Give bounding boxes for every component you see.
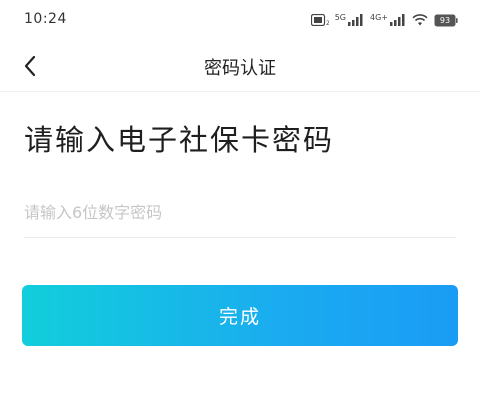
signal-5g-icon: 5G xyxy=(335,14,364,26)
prompt-heading: 请输入电子社保卡密码 xyxy=(24,123,335,157)
battery-icon: 93 xyxy=(434,14,458,27)
page-title: 密码认证 xyxy=(204,58,276,79)
signal-4g-icon: 4G+ xyxy=(370,14,406,26)
status-icons: 2 5G 4G+ 93 xyxy=(310,12,458,28)
battery-level: 93 xyxy=(439,15,451,25)
status-bar: 10:24 2 5G 4G+ 93 xyxy=(0,0,480,38)
navigation-bar: 密码认证 xyxy=(0,40,480,92)
status-time: 10:24 xyxy=(24,11,67,27)
done-button[interactable]: 完成 xyxy=(22,285,458,346)
sim-card-icon: 2 xyxy=(310,14,329,26)
network-label-4g: 4G+ xyxy=(370,13,388,22)
password-input[interactable] xyxy=(24,188,456,238)
wifi-icon xyxy=(412,14,428,26)
network-label-5g: 5G xyxy=(334,13,346,22)
svg-text:2: 2 xyxy=(326,20,329,26)
